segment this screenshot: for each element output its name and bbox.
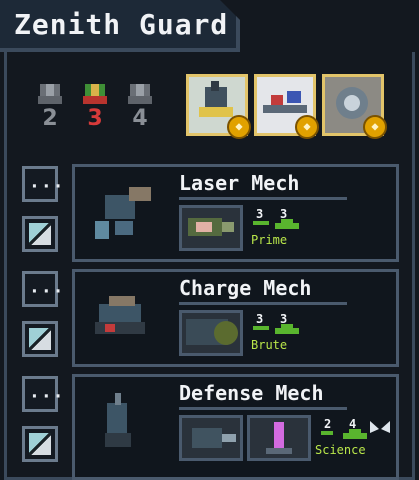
charge-mech-icon [95,296,145,334]
more-icon: ··· [29,281,65,302]
medal-value: 3 [87,106,103,131]
move-value: 3 [256,312,264,326]
laser-mech-icon [95,187,151,239]
crystal-weapon-icon [266,422,292,454]
mech-menu-button[interactable]: ··· [22,166,64,202]
mech-class: Science [315,443,366,457]
swatch-icon [29,328,51,350]
paint-swatch-button[interactable] [22,216,58,252]
weapon-slot[interactable] [179,310,243,356]
health-icon [275,219,299,229]
mech-name: Defense Mech [179,381,324,405]
medal-4: 4 [126,84,154,134]
mech-name: Laser Mech [179,171,300,195]
move-bar [253,326,269,330]
mech-class: Prime [251,233,288,247]
move-value: 3 [256,207,264,221]
paint-swatch-button[interactable] [22,426,58,462]
mech-menu-button[interactable]: ··· [22,271,64,307]
more-icon: ··· [29,176,65,197]
squad-window: Zenith Guard 2 3 4 ◆ ◆ ◆ ··· Laser Mech … [0,0,419,480]
paint-swatch-button[interactable] [22,321,58,357]
mech-menu-button[interactable]: ··· [22,376,64,412]
weapon-slot[interactable] [247,415,311,461]
move-value: 2 [324,417,332,431]
mech-card-laser[interactable]: Laser Mech 3 3 Prime [72,164,399,262]
move-bar [321,431,333,435]
laser-weapon-icon [188,218,234,236]
swatch-icon [29,433,51,455]
medal-value: 4 [132,106,148,131]
name-underline [179,407,347,410]
flying-icon [370,421,390,433]
medal-ribbon-icon [128,84,152,104]
move-bar [253,221,269,225]
gold-coin-icon: ◆ [227,115,251,139]
pull-beam-weapon-icon [192,428,236,448]
mech-card-charge[interactable]: Charge Mech 3 3 Brute [72,269,399,367]
weapon-slot[interactable] [179,205,243,251]
achievement-1[interactable]: ◆ [186,74,251,139]
name-underline [179,302,347,305]
medal-value: 2 [42,106,58,131]
medal-3: 3 [81,84,109,134]
medal-ribbon-icon [83,84,107,104]
name-underline [179,197,347,200]
medal-2: 2 [36,84,64,134]
more-icon: ··· [29,386,65,407]
squad-title: Zenith Guard [14,8,229,41]
gold-coin-icon: ◆ [295,115,319,139]
medal-ribbon-icon [38,84,62,104]
achievement-3[interactable]: ◆ [322,74,387,139]
achievement-2[interactable]: ◆ [254,74,319,139]
mech-name: Charge Mech [179,276,312,300]
ram-weapon-icon [186,319,238,345]
mech-card-defense[interactable]: Defense Mech 2 4 Science [72,374,399,480]
health-icon [275,324,299,334]
defense-mech-icon [105,393,131,447]
health-icon [343,429,367,439]
mech-class: Brute [251,338,288,352]
weapon-slot[interactable] [179,415,243,461]
swatch-icon [29,223,51,245]
gold-coin-icon: ◆ [363,115,387,139]
